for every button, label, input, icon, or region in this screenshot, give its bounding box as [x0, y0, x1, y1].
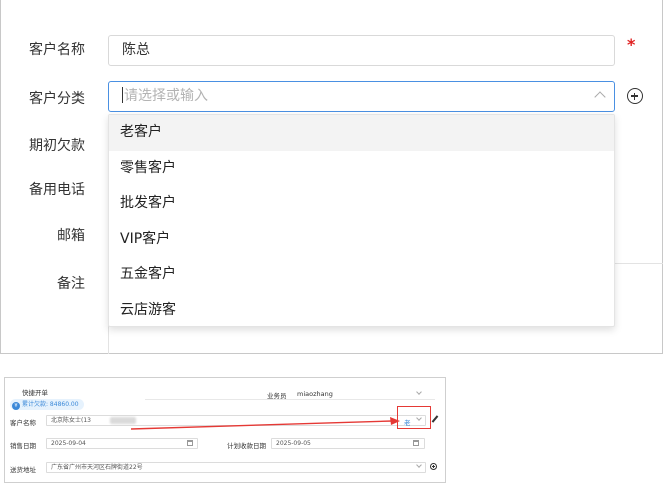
email-label: 邮箱 — [57, 228, 85, 244]
customer-tag-value[interactable]: 老 — [404, 417, 411, 427]
debt-badge: ¥ 累计欠款: 84860.00 — [10, 399, 84, 410]
calendar-icon[interactable] — [413, 440, 419, 446]
salesperson-value[interactable]: miaozhang — [297, 390, 333, 398]
dropdown-option[interactable]: 零售客户 — [109, 151, 614, 187]
annotation-highlight-box — [397, 406, 431, 429]
chevron-down-icon[interactable] — [416, 389, 422, 395]
planned-collection-label: 计划收款日期 — [227, 442, 266, 450]
dropdown-option[interactable]: 批发客户 — [109, 186, 614, 222]
sale-date-label: 销售日期 — [10, 442, 36, 450]
quick-customer-name-value: 北京陈女士(13 — [51, 417, 91, 424]
planned-collection-value: 2025-09-05 — [276, 440, 311, 447]
add-circle-icon[interactable] — [627, 88, 643, 104]
sale-date-input[interactable]: 2025-09-04 — [46, 438, 198, 449]
yuan-icon: ¥ — [12, 402, 20, 410]
debt-badge-text: 累计欠款: 84860.00 — [22, 401, 79, 408]
required-mark: * — [627, 35, 636, 54]
dropdown-option[interactable]: 老客户 — [109, 115, 614, 151]
customer-category-dropdown: 老客户 零售客户 批发客户 VIP客户 五金客户 云店游客 — [108, 114, 615, 327]
customer-name-input[interactable]: 陈总 — [108, 35, 615, 66]
customer-form-panel: 客户名称 陈总 * 客户分类 请选择或输入 期初欠款 备用电话 邮箱 备注 老客… — [0, 0, 663, 354]
customer-category-select[interactable]: 请选择或输入 — [108, 81, 615, 112]
quick-customer-name-label: 客户名称 — [10, 419, 36, 427]
add-circle-icon[interactable] — [430, 463, 437, 470]
text-cursor — [122, 87, 123, 103]
chevron-up-icon[interactable] — [594, 91, 606, 103]
planned-collection-input[interactable]: 2025-09-05 — [271, 438, 425, 449]
quick-order-panel: 快捷开单 业务员 miaozhang ¥ 累计欠款: 84860.00 客户名称 … — [4, 377, 446, 483]
customer-category-label: 客户分类 — [29, 91, 85, 107]
dropdown-option[interactable]: 五金客户 — [109, 257, 614, 293]
delivery-address-label: 送货地址 — [10, 466, 36, 474]
edit-icon[interactable] — [431, 415, 439, 423]
customer-category-placeholder: 请选择或输入 — [124, 88, 208, 104]
backup-phone-label: 备用电话 — [29, 182, 85, 198]
sale-date-value: 2025-09-04 — [51, 440, 86, 447]
dropdown-option[interactable]: 云店游客 — [109, 293, 614, 329]
customer-name-value: 陈总 — [122, 42, 150, 58]
divider — [145, 399, 435, 400]
calendar-icon[interactable] — [187, 440, 193, 446]
opening-debt-label: 期初欠款 — [29, 138, 85, 154]
annotation-arrow — [130, 417, 400, 430]
customer-name-label: 客户名称 — [29, 42, 85, 58]
delivery-address-value: 广东省广州市天河区石牌街道22号 — [51, 464, 143, 471]
dropdown-option[interactable]: VIP客户 — [109, 222, 614, 258]
delivery-address-input[interactable]: 广东省广州市天河区石牌街道22号 — [46, 462, 426, 473]
remark-label: 备注 — [57, 276, 85, 292]
quick-order-title: 快捷开单 — [22, 389, 48, 397]
